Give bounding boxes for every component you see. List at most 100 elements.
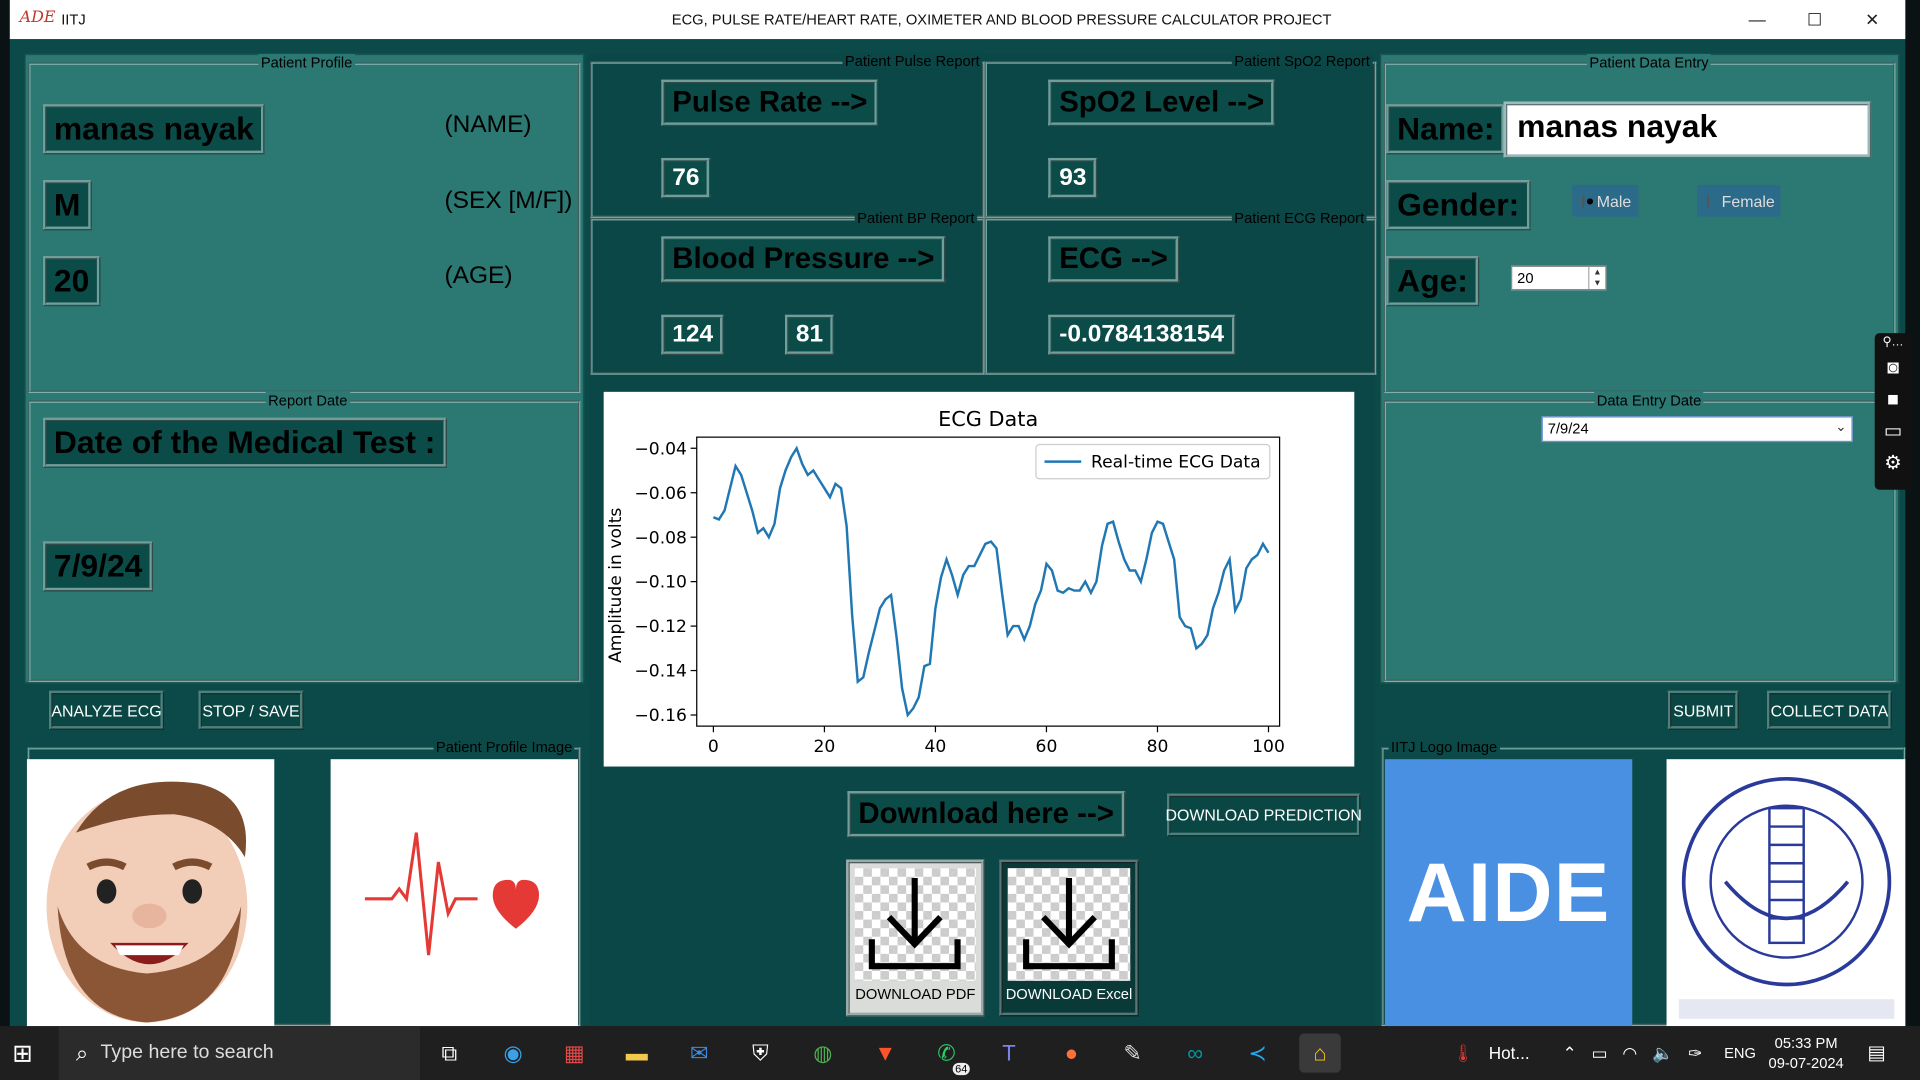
file-explorer-icon[interactable]: ▬ xyxy=(616,1033,658,1072)
chevron-up-icon[interactable]: ⌃ xyxy=(1562,1043,1576,1064)
teams-icon[interactable]: T xyxy=(988,1033,1030,1072)
x-axis: 0 20 40 60 80 100 xyxy=(708,726,1285,757)
language-indicator[interactable]: ENG xyxy=(1724,1026,1756,1080)
volume-icon[interactable]: 🔈 xyxy=(1652,1043,1673,1064)
series-line xyxy=(712,445,1270,718)
name-input[interactable]: manas nayak xyxy=(1503,101,1872,158)
thermometer-icon: 🌡 xyxy=(1452,1042,1475,1063)
spin-arrows-icon[interactable]: ▲ ▼ xyxy=(1588,266,1605,289)
gender-male-label: Male xyxy=(1596,191,1632,211)
wifi-icon[interactable]: ◠ xyxy=(1622,1043,1637,1064)
legend-label: Real-time ECG Data xyxy=(1091,453,1261,473)
age-spinbox[interactable]: 20 ▲ ▼ xyxy=(1511,265,1607,291)
iitj-seal-icon xyxy=(1678,776,1895,1019)
notifications-icon[interactable]: ▤ xyxy=(1867,1026,1886,1080)
ecg-value: -0.0784138154 xyxy=(1048,314,1236,356)
pulse-report-label: Patient Pulse Report xyxy=(842,52,983,70)
download-heading: Download here --> xyxy=(847,791,1125,838)
weather-widget[interactable]: 🌡 Hot... xyxy=(1452,1026,1529,1080)
x-tick-label: 60 xyxy=(1036,737,1058,757)
window-icon[interactable]: ▭ xyxy=(1884,419,1903,446)
ecg-chart-svg: ECG Data Amplitude in volts −0.04−0.06−0… xyxy=(606,407,1285,757)
profile-age-value: 20 xyxy=(42,255,101,307)
pulse-value: 76 xyxy=(661,157,711,199)
camera-icon[interactable]: ◙ xyxy=(1887,355,1899,382)
task-view-icon[interactable]: ⧉ xyxy=(429,1033,471,1072)
chevron-down-icon[interactable]: ⌄ xyxy=(1835,419,1846,435)
chrome-icon[interactable]: ◍ xyxy=(802,1033,844,1072)
collect-data-button[interactable]: COLLECT DATA xyxy=(1766,690,1892,730)
edge-icon[interactable]: ◉ xyxy=(492,1033,534,1072)
close-button[interactable]: ✕ xyxy=(1844,0,1900,39)
spo2-heading: SpO2 Level --> xyxy=(1048,79,1276,127)
radio-unselected-icon xyxy=(1706,194,1710,208)
analyze-ecg-button[interactable]: ANALYZE ECG xyxy=(48,690,165,730)
taskbar-search[interactable]: ⌕ Type here to search xyxy=(58,1026,421,1080)
video-icon[interactable]: ■ xyxy=(1887,387,1899,414)
heartbeat-icon xyxy=(364,832,540,956)
download-arrow-icon xyxy=(868,877,961,970)
windows-start-icon[interactable]: ⊞ xyxy=(12,1038,33,1069)
profile-name-caption: (NAME) xyxy=(444,111,532,139)
window-title: ECG, PULSE RATE/HEART RATE, OXIMETER AND… xyxy=(671,11,1332,29)
ecg-report-label: Patient ECG Report xyxy=(1231,209,1367,227)
aide-logo: AIDE xyxy=(1384,759,1633,1027)
battery-icon[interactable]: ▭ xyxy=(1592,1043,1608,1064)
y-tick-label: −0.16 xyxy=(634,706,686,726)
aide-logo-text: AIDE xyxy=(1406,846,1611,940)
stop-save-button[interactable]: STOP / SAVE xyxy=(198,690,304,730)
profile-name-value: manas nayak xyxy=(42,104,265,155)
brave-icon[interactable]: ▼ xyxy=(864,1033,906,1072)
bp-heading: Blood Pressure --> xyxy=(661,236,946,283)
pen-icon[interactable]: ✑ xyxy=(1688,1043,1702,1064)
y-tick-label: −0.12 xyxy=(634,617,686,637)
spo2-report-label: Patient SpO2 Report xyxy=(1231,52,1373,70)
avatar-illustration-icon xyxy=(46,781,248,1023)
date-combobox[interactable]: 7/9/24 ⌄ xyxy=(1541,416,1853,443)
store-icon[interactable]: ▦ xyxy=(553,1033,595,1072)
profile-sex-value: M xyxy=(42,180,92,231)
mail-icon[interactable]: ✉ xyxy=(678,1033,720,1072)
x-tick-label: 40 xyxy=(925,737,947,757)
x-tick-label: 100 xyxy=(1252,737,1285,757)
profile-age-caption: (AGE) xyxy=(444,262,513,289)
clock-date: 09-07-2024 xyxy=(1768,1054,1844,1072)
plot-area xyxy=(696,436,1281,727)
profile-sex-caption: (SEX [M/F]) xyxy=(444,187,573,215)
download-pdf-label: DOWNLOAD PDF xyxy=(855,985,976,1003)
minimize-button[interactable]: — xyxy=(1729,0,1785,39)
app-root: ADE IITJ ECG, PULSE RATE/HEART RATE, OXI… xyxy=(0,0,1920,1080)
report-date-heading: Date of the Medical Test : xyxy=(42,417,447,468)
pin-icon[interactable]: ⚲… xyxy=(1882,336,1903,351)
download-pdf-icon-bg xyxy=(854,868,976,981)
notepad-icon[interactable]: ✎ xyxy=(1112,1033,1154,1072)
gender-male-radio[interactable]: Male xyxy=(1572,184,1639,217)
y-tick-label: −0.08 xyxy=(634,528,686,548)
firefox-icon[interactable]: ● xyxy=(1051,1033,1093,1072)
chart-title: ECG Data xyxy=(938,407,1038,431)
python-app-icon[interactable]: ⌂ xyxy=(1299,1033,1341,1073)
gender-female-label: Female xyxy=(1721,191,1775,211)
download-excel-icon-bg xyxy=(1007,868,1131,981)
x-tick-label: 80 xyxy=(1147,737,1169,757)
security-shield-icon[interactable]: ⛨ xyxy=(740,1033,782,1072)
download-excel-button[interactable]: DOWNLOAD Excel xyxy=(999,859,1139,1017)
settings-icon[interactable]: ⚙ xyxy=(1884,451,1902,478)
y-axis: −0.04 −0.06 −0.08 −0.10 −0.12 −0.14 −0.16 xyxy=(634,439,697,726)
vscode-icon[interactable]: ≺ xyxy=(1237,1033,1279,1072)
clock[interactable]: 05:33 PM 09-07-2024 xyxy=(1763,1033,1849,1072)
download-pdf-button[interactable]: DOWNLOAD PDF xyxy=(846,859,985,1017)
maximize-button[interactable]: ☐ xyxy=(1787,0,1843,39)
submit-button[interactable]: SUBMIT xyxy=(1667,690,1739,730)
whatsapp-icon[interactable]: ✆ 64 xyxy=(926,1033,970,1076)
patient-profile-label: Patient Profile xyxy=(258,53,355,72)
gender-female-radio[interactable]: Female xyxy=(1697,184,1781,217)
chart-ylabel: Amplitude in volts xyxy=(606,508,626,663)
download-prediction-button[interactable]: DOWNLOAD PREDICTION xyxy=(1166,793,1362,837)
search-placeholder: Type here to search xyxy=(100,1042,274,1063)
arduino-icon[interactable]: ∞ xyxy=(1174,1033,1216,1072)
profile-image-label: Patient Profile Image xyxy=(433,738,575,756)
download-arrow-icon xyxy=(1023,877,1115,970)
bp-diastolic-value: 81 xyxy=(784,314,835,356)
floating-toolbar: ⚲… ◙ ■ ▭ ⚙ xyxy=(1874,333,1912,490)
